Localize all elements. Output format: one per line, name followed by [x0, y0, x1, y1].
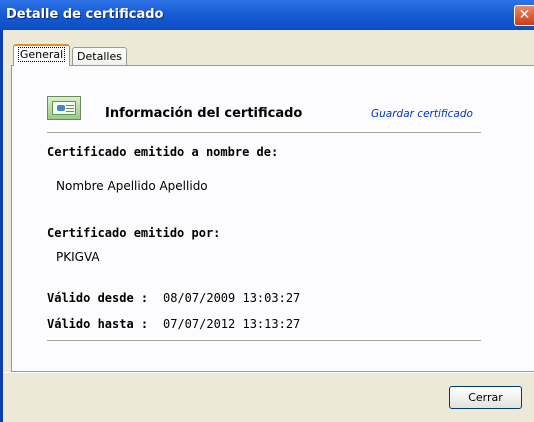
tab-detalles-label: Detalles: [77, 50, 122, 63]
issued-by-value: PKIGVA: [56, 250, 100, 264]
title-bar[interactable]: Detalle de certificado ✕: [0, 0, 534, 30]
issued-by-label: Certificado emitido por:: [47, 226, 221, 240]
close-icon: ✕: [518, 7, 531, 23]
tab-general-label: General: [17, 47, 66, 62]
issued-to-value: Nombre Apellido Apellido: [56, 179, 208, 193]
close-window-button[interactable]: ✕: [514, 5, 534, 26]
valid-to-label: Válido hasta :: [47, 317, 149, 331]
save-certificate-link[interactable]: Guardar certificado: [371, 108, 473, 120]
valid-to-value: 07/07/2012 13:13:27: [163, 317, 301, 331]
valid-from-value: 08/07/2009 13:03:27: [163, 291, 301, 305]
certificate-info-heading: Información del certificado: [105, 106, 303, 121]
footer-separator: [3, 372, 534, 373]
window-border: [0, 30, 3, 422]
tab-detalles[interactable]: Detalles: [72, 47, 127, 66]
divider: [47, 340, 481, 341]
tab-general[interactable]: General: [13, 44, 70, 66]
certificate-icon: [47, 96, 81, 120]
window-title: Detalle de certificado: [6, 7, 164, 22]
valid-from-label: Válido desde :: [47, 291, 149, 305]
issued-to-label: Certificado emitido a nombre de:: [47, 145, 279, 159]
divider: [47, 132, 481, 133]
close-button[interactable]: Cerrar: [449, 386, 522, 409]
